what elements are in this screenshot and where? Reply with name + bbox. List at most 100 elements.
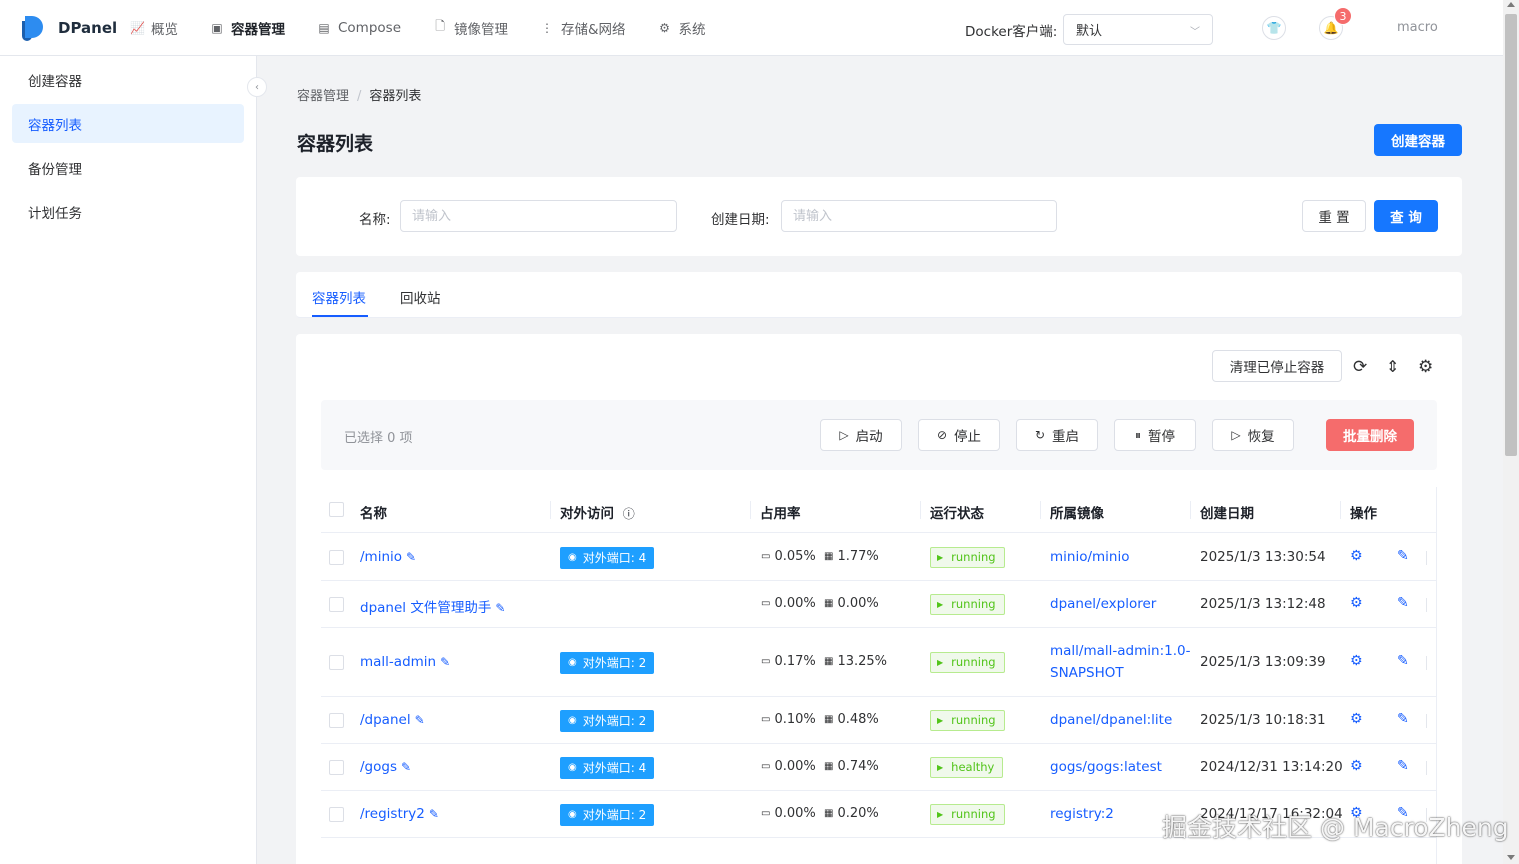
ports-text: 对外端口: 4 <box>582 551 647 565</box>
ports-tag[interactable]: ◉ 对外端口: 2 <box>560 709 655 732</box>
scroll-down-icon[interactable] <box>1507 855 1515 860</box>
settings-gear-icon[interactable]: ⚙ <box>1350 548 1363 564</box>
more-icon: ⋮ <box>541 20 554 35</box>
resume-button[interactable]: ▷ 恢复 <box>1212 419 1294 451</box>
nav-item-4[interactable]: ⋮ 存储&网络 <box>540 18 626 38</box>
stop-button[interactable]: ⊘ 停止 <box>918 419 1000 451</box>
edit-pencil-icon[interactable]: ✎ <box>1397 653 1409 669</box>
name-input[interactable] <box>400 200 677 232</box>
column-header-status[interactable]: 运行状态 <box>930 502 984 522</box>
nav-item-3[interactable]: 🗋 镜像管理 <box>433 17 508 38</box>
nav-item-0[interactable]: 📈 概览 <box>130 18 178 38</box>
edit-pencil-icon[interactable]: ✎ <box>406 550 416 564</box>
sidebar-item-create-container[interactable]: 创建容器 <box>12 60 244 99</box>
edit-pencil-icon[interactable]: ✎ <box>1397 595 1409 611</box>
docker-client-select[interactable]: 默认 ﹀ <box>1063 14 1213 45</box>
nav-item-label: Compose <box>338 19 402 36</box>
edit-pencil-icon[interactable]: ✎ <box>415 713 425 727</box>
reset-button[interactable]: 重 置 <box>1302 200 1366 232</box>
breadcrumb-parent[interactable]: 容器管理 <box>297 89 349 104</box>
edit-pencil-icon[interactable]: ✎ <box>1397 548 1409 564</box>
nav-item-2[interactable]: ▤ Compose <box>317 20 401 36</box>
nav-item-1[interactable]: ▣ 容器管理 <box>210 18 285 38</box>
cpu-icon: ▭ <box>761 597 771 609</box>
image-link[interactable]: minio/minio <box>1050 549 1129 565</box>
sidebar-item-container-list[interactable]: 容器列表 <box>12 104 244 143</box>
settings-gear-icon[interactable]: ⚙ <box>1350 758 1363 774</box>
column-header-name[interactable]: 名称 <box>360 502 387 522</box>
ports-tag[interactable]: ◉ 对外端口: 2 <box>560 803 655 826</box>
memory-usage: ▦ 1.77% <box>824 549 879 564</box>
density-icon[interactable]: ⇕ <box>1386 357 1399 376</box>
edit-pencil-icon[interactable]: ✎ <box>440 655 450 669</box>
edit-pencil-icon[interactable]: ✎ <box>401 760 411 774</box>
breadcrumb-current: 容器列表 <box>369 89 422 104</box>
chart-icon: 📈 <box>130 20 145 35</box>
row-checkbox[interactable] <box>329 712 344 728</box>
tab-container-list[interactable]: 容器列表 <box>312 287 366 307</box>
logo[interactable]: DPanel <box>22 15 130 41</box>
status-badge: ▶ running <box>930 803 1005 825</box>
date-input[interactable] <box>781 200 1057 232</box>
nav-item-5[interactable]: ⚙ 系统 <box>658 18 705 38</box>
memory-value: 1.77% <box>837 548 879 564</box>
create-container-button[interactable]: 创建容器 <box>1374 124 1462 156</box>
ports-tag[interactable]: ◉ 对外端口: 2 <box>560 651 655 674</box>
image-link[interactable]: registry:2 <box>1050 806 1114 822</box>
ports-tag[interactable]: ◉ 对外端口: 4 <box>560 756 655 779</box>
sidebar-item-backup[interactable]: 备份管理 <box>12 148 244 187</box>
image-link[interactable]: dpanel/dpanel:lite <box>1050 712 1172 728</box>
chevron-down-icon: ﹀ <box>1190 27 1200 38</box>
column-header-created[interactable]: 创建日期 <box>1200 502 1254 522</box>
sidebar-item-scheduled-tasks[interactable]: 计划任务 <box>12 192 244 231</box>
tab-recycle-bin[interactable]: 回收站 <box>400 287 441 307</box>
ports-tag[interactable]: ◉ 对外端口: 4 <box>560 546 655 569</box>
column-header-ports[interactable]: 对外访问 ⓘ <box>560 502 635 522</box>
page-scrollbar[interactable] <box>1503 0 1519 864</box>
query-button[interactable]: 查 询 <box>1374 200 1438 232</box>
sidebar-collapse-button[interactable]: ‹ <box>247 77 267 97</box>
settings-gear-icon[interactable]: ⚙ <box>1350 711 1363 727</box>
image-link[interactable]: dpanel/explorer <box>1050 596 1156 612</box>
container-name-link[interactable]: /dpanel ✎ <box>360 712 425 728</box>
container-name-link[interactable]: /gogs ✎ <box>360 759 411 775</box>
column-header-image[interactable]: 所属镜像 <box>1050 502 1104 522</box>
select-all-checkbox[interactable] <box>329 502 344 517</box>
row-checkbox[interactable] <box>329 596 344 612</box>
edit-pencil-icon[interactable]: ✎ <box>1397 711 1409 727</box>
container-name-link[interactable]: dpanel 文件管理助手 ✎ <box>360 596 505 616</box>
scroll-up-icon[interactable] <box>1507 2 1515 7</box>
image-link[interactable]: gogs/gogs:latest <box>1050 759 1162 775</box>
row-checkbox[interactable] <box>329 654 344 670</box>
pause-button[interactable]: ⏸ 暂停 <box>1114 419 1196 451</box>
refresh-icon[interactable]: ⟳ <box>1353 357 1367 377</box>
image-link-line2[interactable]: SNAPSHOT <box>1050 665 1124 681</box>
edit-pencil-icon[interactable]: ✎ <box>1397 758 1409 774</box>
memory-icon: ▦ <box>824 550 834 562</box>
settings-gear-icon[interactable]: ⚙ <box>1418 357 1433 377</box>
shirt-theme-button[interactable]: 👕 <box>1262 16 1286 40</box>
edit-pencil-icon[interactable]: ✎ <box>495 601 505 615</box>
container-name-link[interactable]: /registry2 ✎ <box>360 806 439 822</box>
question-circle-icon[interactable]: ⓘ <box>623 507 635 521</box>
row-checkbox[interactable] <box>329 806 344 822</box>
eye-icon: ◉ <box>568 657 577 668</box>
username[interactable]: macro <box>1397 20 1438 35</box>
column-header-usage[interactable]: 占用率 <box>760 502 801 522</box>
container-name-link[interactable]: /minio ✎ <box>360 549 416 565</box>
status-text: running <box>951 655 996 669</box>
image-link[interactable]: mall/mall-admin:1.0- <box>1050 643 1190 659</box>
clean-stopped-button[interactable]: 清理已停止容器 <box>1212 350 1342 382</box>
container-name-link[interactable]: mall-admin ✎ <box>360 654 450 670</box>
row-checkbox[interactable] <box>329 759 344 775</box>
batch-delete-button[interactable]: 批量删除 <box>1326 419 1414 451</box>
edit-pencil-icon[interactable]: ✎ <box>429 807 439 821</box>
row-checkbox[interactable] <box>329 549 344 565</box>
settings-gear-icon[interactable]: ⚙ <box>1350 595 1363 611</box>
cpu-usage: ▭ 0.17% <box>761 654 816 669</box>
restart-button[interactable]: ↻ 重启 <box>1016 419 1098 451</box>
container-name: /dpanel <box>360 711 411 728</box>
settings-gear-icon[interactable]: ⚙ <box>1350 653 1363 669</box>
scrollbar-thumb[interactable] <box>1505 14 1517 456</box>
start-button[interactable]: ▷ 启动 <box>820 419 902 451</box>
